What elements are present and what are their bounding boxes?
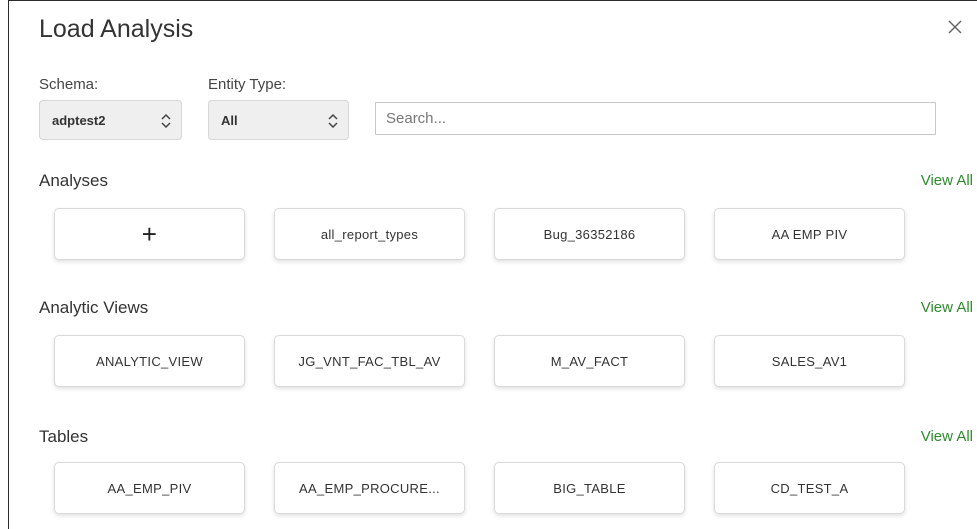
- load-analysis-dialog: Load Analysis Schema: adptest2 Entity Ty…: [8, 0, 977, 529]
- schema-select-value: adptest2: [52, 112, 106, 128]
- analyses-view-all-link[interactable]: View All: [921, 172, 973, 189]
- dialog-title: Load Analysis: [39, 15, 194, 43]
- table-card[interactable]: BIG_TABLE: [494, 462, 685, 514]
- tables-view-all-link[interactable]: View All: [921, 428, 973, 445]
- table-card[interactable]: AA_EMP_PIV: [54, 462, 245, 514]
- schema-label: Schema:: [39, 76, 99, 93]
- add-analysis-button[interactable]: +: [54, 208, 245, 260]
- tables-section-title: Tables: [39, 427, 89, 446]
- select-arrows-icon: [161, 113, 171, 129]
- select-arrows-icon: [328, 113, 338, 129]
- schema-select[interactable]: adptest2: [39, 100, 182, 140]
- analysis-card[interactable]: AA EMP PIV: [714, 208, 905, 260]
- close-icon[interactable]: [945, 17, 965, 37]
- analytic-view-card[interactable]: SALES_AV1: [714, 335, 905, 387]
- table-card[interactable]: AA_EMP_PROCURE...: [274, 462, 465, 514]
- analysis-card[interactable]: Bug_36352186: [494, 208, 685, 260]
- entity-type-select[interactable]: All: [208, 100, 349, 140]
- entity-type-select-value: All: [221, 112, 238, 128]
- table-card[interactable]: CD_TEST_A: [714, 462, 905, 514]
- analyses-section-title: Analyses: [39, 171, 108, 190]
- analytic-view-card[interactable]: M_AV_FACT: [494, 335, 685, 387]
- analytic-views-view-all-link[interactable]: View All: [921, 299, 973, 316]
- analytic-view-card[interactable]: JG_VNT_FAC_TBL_AV: [274, 335, 465, 387]
- entity-type-label: Entity Type:: [208, 76, 287, 93]
- analysis-card[interactable]: all_report_types: [274, 208, 465, 260]
- search-input[interactable]: [375, 102, 936, 135]
- analytic-view-card[interactable]: ANALYTIC_VIEW: [54, 335, 245, 387]
- analytic-views-section-title: Analytic Views: [39, 298, 149, 317]
